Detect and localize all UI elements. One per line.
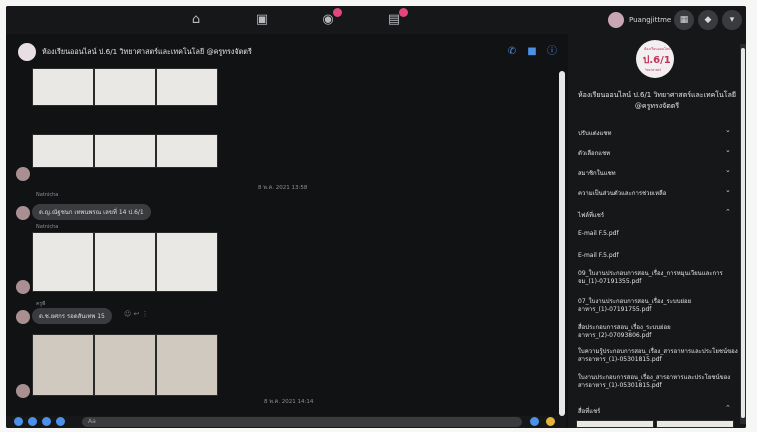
section-shared-files[interactable]: ไฟล์ที่แชร์ ⌃ bbox=[568, 204, 746, 224]
shared-photo[interactable] bbox=[156, 334, 218, 396]
gif-icon[interactable] bbox=[56, 417, 65, 426]
chat-details-panel: ห้องเรียนออนไลน์ ป.6/1 วิทยาศาสตร์ ห้องเ… bbox=[568, 34, 746, 428]
shared-file-item[interactable]: ใบความรู้ประกอบการสอน_เรื่อง_สารอาหารและ… bbox=[578, 348, 738, 364]
shared-file-item[interactable]: 07_ใบงานประกอบการสอน_เรื่อง_ระบบย่อยอาหา… bbox=[578, 298, 738, 314]
message-bubble[interactable]: ด.ญ.ณัฐชนก เทพนพรณ เลขที่ 14 ป.6/1 bbox=[32, 204, 151, 220]
sender-avatar[interactable] bbox=[16, 384, 30, 398]
chevron-up-icon: ⌃ bbox=[725, 404, 731, 412]
sender-avatar[interactable] bbox=[16, 310, 30, 324]
shared-file-item[interactable]: สื่อประกอบการสอน_เรื่อง_ระบบย่อยอาหาร_(2… bbox=[578, 324, 738, 340]
sender-avatar[interactable] bbox=[16, 280, 30, 294]
add-icon[interactable] bbox=[14, 417, 23, 426]
message-timestamp: 8 พ.ค. 2021 13:58 bbox=[258, 185, 308, 191]
scrollbar-thumb[interactable] bbox=[559, 71, 565, 416]
shared-media-thumbnail[interactable] bbox=[656, 420, 734, 428]
shared-photo[interactable] bbox=[94, 134, 156, 168]
message-timestamp: 8 พ.ค. 2021 14:14 bbox=[264, 399, 314, 405]
shared-photo[interactable] bbox=[94, 232, 156, 292]
group-profile-picture[interactable]: ห้องเรียนออนไลน์ ป.6/1 วิทยาศาสตร์ bbox=[636, 40, 674, 78]
shared-file-item[interactable]: E-mail F.5.pdf bbox=[578, 252, 738, 260]
section-customize-chat[interactable]: ปรับแต่งแชท ⌄ bbox=[568, 122, 746, 142]
section-shared-media[interactable]: สื่อที่แชร์ ⌃ bbox=[568, 400, 746, 420]
chevron-down-icon: ⌄ bbox=[725, 146, 731, 154]
chat-scrollbar[interactable] bbox=[559, 71, 565, 416]
notification-badge bbox=[333, 8, 342, 17]
message-list[interactable]: 8 พ.ค. 2021 13:58 Natnicha ด.ญ.ณัฐชนก เท… bbox=[6, 68, 556, 416]
reaction-icon[interactable]: ☺ ↩ ⋮ bbox=[124, 310, 149, 318]
profile-name: Puangjittme bbox=[629, 16, 672, 24]
scrollbar-thumb[interactable] bbox=[741, 48, 745, 418]
sticker-icon[interactable] bbox=[42, 417, 51, 426]
avatar bbox=[608, 12, 624, 28]
section-privacy-support[interactable]: ความเป็นส่วนตัวและการช่วยเหลือ ⌄ bbox=[568, 182, 746, 202]
like-icon[interactable] bbox=[546, 417, 555, 426]
chevron-down-icon: ⌄ bbox=[725, 186, 731, 194]
chat-title[interactable]: ห้องเรียนออนไลน์ ป.6/1 วิทยาศาสตร์และเทค… bbox=[42, 47, 252, 58]
chat-header: ห้องเรียนออนไลน์ ป.6/1 วิทยาศาสตร์และเทค… bbox=[6, 34, 566, 68]
menu-grid-icon[interactable]: ▦ bbox=[674, 10, 694, 30]
emoji-icon[interactable] bbox=[530, 417, 539, 426]
group-avatar[interactable] bbox=[18, 43, 36, 61]
notification-badge bbox=[399, 8, 408, 17]
shared-photo[interactable] bbox=[94, 334, 156, 396]
shared-photo[interactable] bbox=[32, 334, 94, 396]
shared-photo[interactable] bbox=[32, 68, 94, 106]
group-name: ห้องเรียนออนไลน์ ป.6/1 วิทยาศาสตร์และเทค… bbox=[578, 91, 736, 110]
shared-photo[interactable] bbox=[32, 134, 94, 168]
shared-photo[interactable] bbox=[156, 68, 218, 106]
shared-file-item[interactable]: E-mail F.5.pdf bbox=[578, 230, 738, 238]
message-input[interactable]: Aa bbox=[82, 417, 522, 427]
groups-icon[interactable]: ◉ bbox=[320, 8, 342, 28]
shared-media-thumbnail[interactable] bbox=[576, 420, 654, 428]
message-composer: Aa bbox=[6, 416, 566, 428]
watch-icon[interactable]: ▣ bbox=[254, 12, 270, 28]
shared-file-item[interactable]: ใบงานประกอบการสอน_เรื่อง_สารอาหารและประโ… bbox=[578, 374, 738, 390]
sender-name: ครูพี bbox=[36, 301, 46, 307]
shared-photo[interactable] bbox=[94, 68, 156, 106]
shared-file-item[interactable]: 09_ใบงานประกอบการสอน_เรื่อง_การหมุนเวียน… bbox=[578, 270, 738, 286]
chevron-down-icon: ⌄ bbox=[725, 166, 731, 174]
photo-icon[interactable] bbox=[28, 417, 37, 426]
sender-name: Natnicha bbox=[36, 224, 59, 230]
sender-avatar[interactable] bbox=[16, 167, 30, 181]
sender-avatar[interactable] bbox=[16, 206, 30, 220]
message-bubble[interactable]: ด.ช.ยศกร รอดสันเทพ 15 bbox=[32, 308, 112, 324]
profile-button[interactable]: Puangjittme bbox=[608, 11, 671, 29]
shared-photo[interactable] bbox=[156, 232, 218, 292]
shared-photo[interactable] bbox=[156, 134, 218, 168]
notifications-icon[interactable]: ◆ bbox=[698, 10, 718, 30]
shared-photo[interactable] bbox=[32, 232, 94, 292]
section-chat-members[interactable]: สมาชิกในแชท ⌄ bbox=[568, 162, 746, 182]
chevron-up-icon: ⌃ bbox=[725, 208, 731, 216]
phone-call-icon[interactable]: ✆ bbox=[506, 46, 518, 58]
video-call-icon[interactable]: ■ bbox=[526, 46, 538, 58]
gaming-icon[interactable]: ▤ bbox=[386, 8, 408, 28]
chevron-down-icon: ⌄ bbox=[725, 126, 731, 134]
account-chevron-icon[interactable]: ▾ bbox=[722, 10, 742, 30]
section-chat-options[interactable]: ตัวเลือกแชท ⌄ bbox=[568, 142, 746, 162]
top-navigation-bar: ⌂ ▣ ◉ ▤ Puangjittme ▦ ◆ ▾ bbox=[6, 6, 746, 34]
messenger-window: ⌂ ▣ ◉ ▤ Puangjittme ▦ ◆ ▾ ห้องเรียนออนไล… bbox=[6, 6, 746, 428]
info-icon[interactable]: ⓘ bbox=[546, 46, 558, 58]
home-icon[interactable]: ⌂ bbox=[188, 12, 204, 28]
sender-name: Natnicha bbox=[36, 192, 59, 198]
